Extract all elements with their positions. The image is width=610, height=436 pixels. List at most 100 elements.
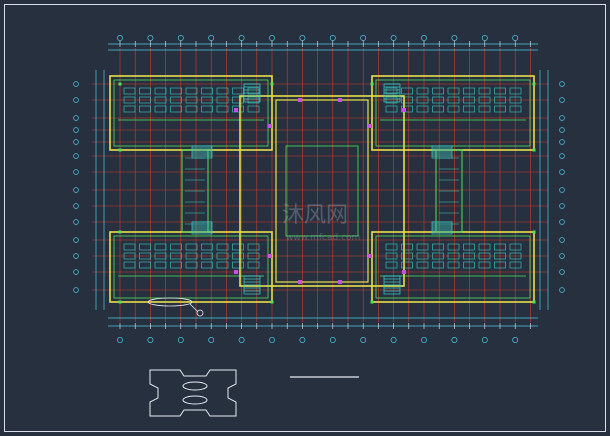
furniture-desk <box>185 243 198 251</box>
key-plan-outline-icon <box>149 369 237 417</box>
axis-bubble <box>73 127 79 133</box>
furniture-desk <box>170 87 182 95</box>
axis-bubble <box>559 237 565 243</box>
axis-bubble <box>73 219 79 225</box>
column-dot <box>270 82 274 86</box>
column-marker <box>368 254 372 258</box>
furniture-desk <box>447 87 460 95</box>
axis-bubble <box>117 35 123 41</box>
axis-bubble <box>73 115 79 121</box>
furniture-desk <box>201 243 213 251</box>
furniture-desk <box>416 243 429 251</box>
axis-bubble <box>73 237 79 243</box>
column-marker <box>234 108 238 112</box>
column-marker <box>268 124 272 128</box>
axis-bubble <box>177 35 184 41</box>
furniture-desk <box>385 261 398 269</box>
furniture-desk <box>401 87 413 95</box>
axis-bubble <box>269 35 275 41</box>
furniture-desk <box>170 243 182 251</box>
axis-bubble <box>559 97 565 103</box>
furniture-desk <box>447 243 460 251</box>
circle-marker-icon <box>147 297 204 317</box>
axis-bubble <box>147 337 154 343</box>
column-dot <box>532 230 536 234</box>
furniture-desk <box>139 87 151 95</box>
furniture-desk <box>170 261 182 269</box>
furniture-desk <box>432 105 444 113</box>
axis-bubble <box>512 35 519 41</box>
furniture-desk <box>154 87 167 95</box>
stair-hatch <box>243 83 261 103</box>
column-dot <box>532 148 536 152</box>
watermark-text: 沐风网 <box>282 203 348 228</box>
furniture-desk <box>139 243 151 251</box>
furniture-desk <box>154 243 167 251</box>
cad-drawing-canvas: 沐风网 www.mfcad.com <box>0 0 610 436</box>
axis-bubble <box>451 35 458 41</box>
furniture-desk <box>463 243 475 251</box>
furniture-desk <box>123 261 136 269</box>
furniture-desk <box>385 105 398 113</box>
axis-bubble <box>147 35 154 41</box>
axis-bubble <box>73 169 79 175</box>
axis-bubble <box>73 97 79 103</box>
central-block-outline <box>239 95 405 287</box>
axis-bubble <box>73 139 79 145</box>
furniture-desk <box>154 261 167 269</box>
axis-bubble <box>117 337 123 343</box>
axis-bubble <box>559 139 565 145</box>
axis-bubble <box>73 287 79 293</box>
axis-bubble <box>390 35 397 41</box>
axis-bubble <box>559 81 565 87</box>
axis-bubble <box>238 337 245 343</box>
axis-bubble <box>421 35 427 41</box>
furniture-desk <box>139 261 151 269</box>
watermark-url: www.mfcad.com <box>286 233 360 243</box>
stair-hatch <box>383 275 401 295</box>
furniture-desk <box>247 105 260 113</box>
column-marker <box>298 280 302 284</box>
building-wing-outline <box>109 231 273 303</box>
furniture-desk <box>432 243 444 251</box>
watermark: 沐风网 www.mfcad.com <box>282 203 360 243</box>
stair-hatch <box>383 83 401 103</box>
furniture-desk <box>185 105 198 113</box>
furniture-desk <box>185 87 198 95</box>
axis-bubble <box>208 337 215 343</box>
column-dot <box>118 300 122 304</box>
furniture-desk <box>432 261 444 269</box>
axis-bubble <box>559 219 565 225</box>
axis-bubble <box>559 153 565 159</box>
furniture-desk <box>447 261 460 269</box>
column-dot <box>270 300 274 304</box>
furniture-desk <box>416 87 429 95</box>
axis-bubble <box>208 35 215 41</box>
central-atrium-outline <box>275 99 369 283</box>
furniture-desk <box>154 105 167 113</box>
stair-hatch <box>431 145 453 159</box>
building-wing-inner-wall <box>375 235 531 299</box>
axis-grid-lines <box>92 48 548 322</box>
axis-bubble <box>421 337 427 343</box>
stair-hatch <box>191 145 213 159</box>
axis-bubble <box>360 337 367 343</box>
axis-bubble <box>73 253 79 259</box>
axis-bubble <box>73 81 79 87</box>
furniture-desk <box>447 105 460 113</box>
stair-hatch <box>431 221 453 235</box>
furniture-desk <box>385 243 398 251</box>
axis-bubble <box>73 187 79 193</box>
furniture-desk <box>185 261 198 269</box>
axis-bubble <box>559 253 565 259</box>
axis-bubble <box>559 115 565 121</box>
axis-bubble <box>73 203 79 209</box>
column-marker <box>338 280 342 284</box>
column-marker <box>402 108 406 112</box>
axis-bubble <box>481 337 488 343</box>
column-dot <box>118 148 122 152</box>
column-marker <box>268 254 272 258</box>
furniture-desk <box>201 87 213 95</box>
floor-plan-drawing: 沐风网 www.mfcad.com <box>4 4 606 432</box>
axis-bubble <box>559 127 565 133</box>
